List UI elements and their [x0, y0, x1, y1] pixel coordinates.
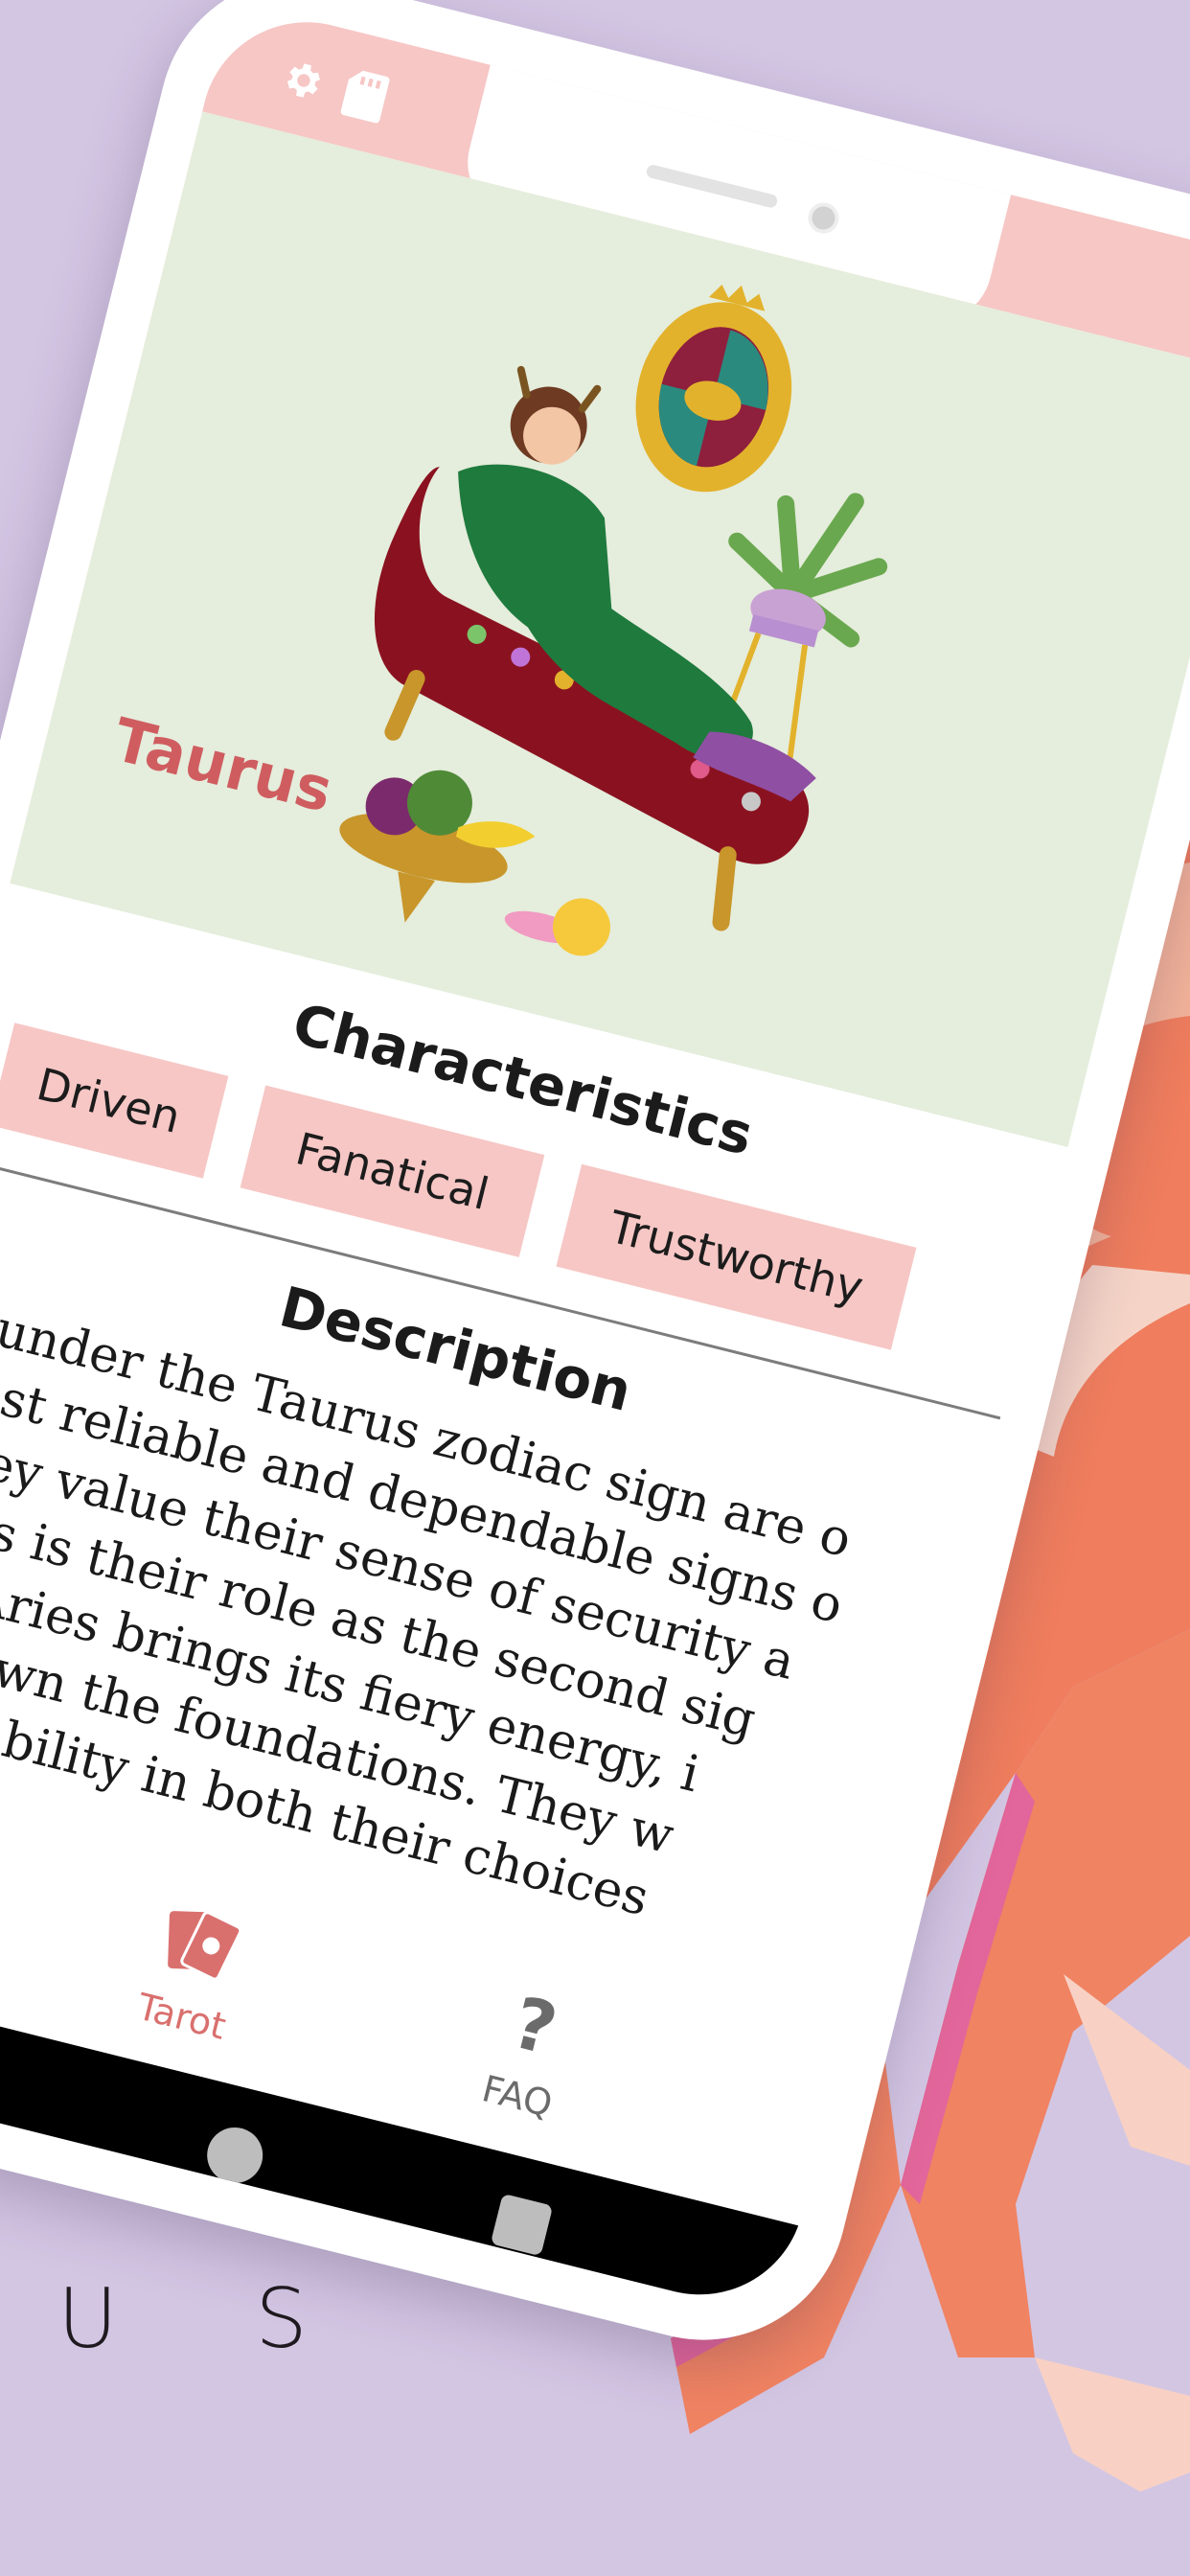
taurus-illustration [339, 284, 888, 956]
card-icon[interactable] [340, 68, 391, 125]
app-screen: Taurus Characteristics Driven Fanatical … [0, 0, 1190, 2317]
gear-icon[interactable] [275, 54, 329, 107]
speaker-grille [645, 163, 779, 210]
trait-chip[interactable]: Fanatical [240, 1085, 545, 1257]
front-camera [805, 199, 842, 237]
recents-icon[interactable] [490, 2193, 554, 2257]
zodiac-sign-name: Taurus [106, 703, 340, 826]
tab-tarot-label: Tarot [133, 1985, 231, 2048]
trait-chip[interactable]: Driven [0, 1023, 229, 1179]
phone-mockup: Taurus Characteristics Driven Fanatical … [0, 0, 1190, 2576]
